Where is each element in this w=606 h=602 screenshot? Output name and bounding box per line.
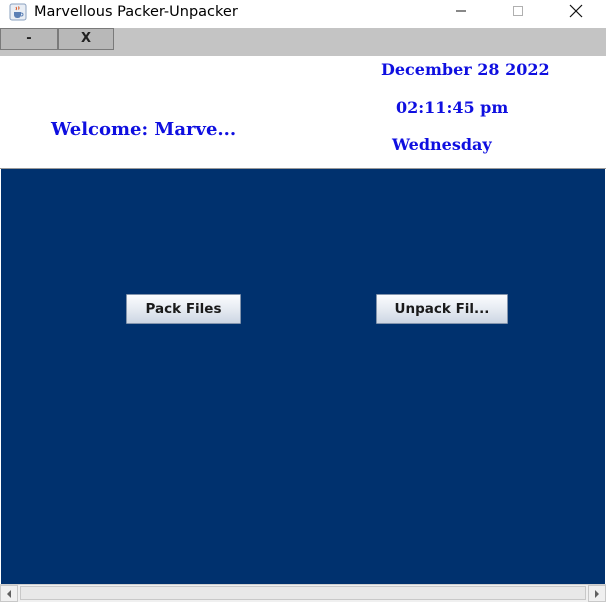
exit-button[interactable]: X [58, 28, 114, 50]
window-minimize-button[interactable] [438, 0, 484, 22]
unpack-files-button[interactable]: Unpack Fil... [376, 294, 508, 324]
maximize-icon [513, 6, 523, 16]
day-label: Wednesday [392, 135, 492, 154]
chevron-right-icon [595, 589, 599, 598]
main-panel: Pack Files Unpack Fil... [1, 169, 605, 584]
close-icon [569, 4, 583, 18]
window-maximize-button[interactable] [495, 0, 541, 22]
pack-files-button[interactable]: Pack Files [126, 294, 241, 324]
minimize-icon [456, 10, 466, 12]
minimize-button[interactable]: - [0, 28, 58, 50]
window-title: Marvellous Packer-Unpacker [34, 4, 238, 20]
chevron-left-icon [7, 589, 11, 598]
horizontal-scrollbar[interactable] [0, 584, 606, 602]
scrollbar-track[interactable] [20, 586, 586, 600]
window-title-bar: Marvellous Packer-Unpacker [0, 0, 606, 28]
header-panel: December 28 2022 02:11:45 pm Welcome: Ma… [0, 56, 606, 169]
toolbar: - X [0, 28, 606, 56]
java-cup-icon [9, 3, 27, 21]
welcome-label: Welcome: Marve... [51, 119, 237, 140]
scroll-left-button[interactable] [0, 585, 18, 602]
date-label: December 28 2022 [381, 60, 550, 79]
window-close-button[interactable] [553, 0, 599, 22]
time-label: 02:11:45 pm [396, 98, 509, 117]
scroll-right-button[interactable] [588, 585, 606, 602]
